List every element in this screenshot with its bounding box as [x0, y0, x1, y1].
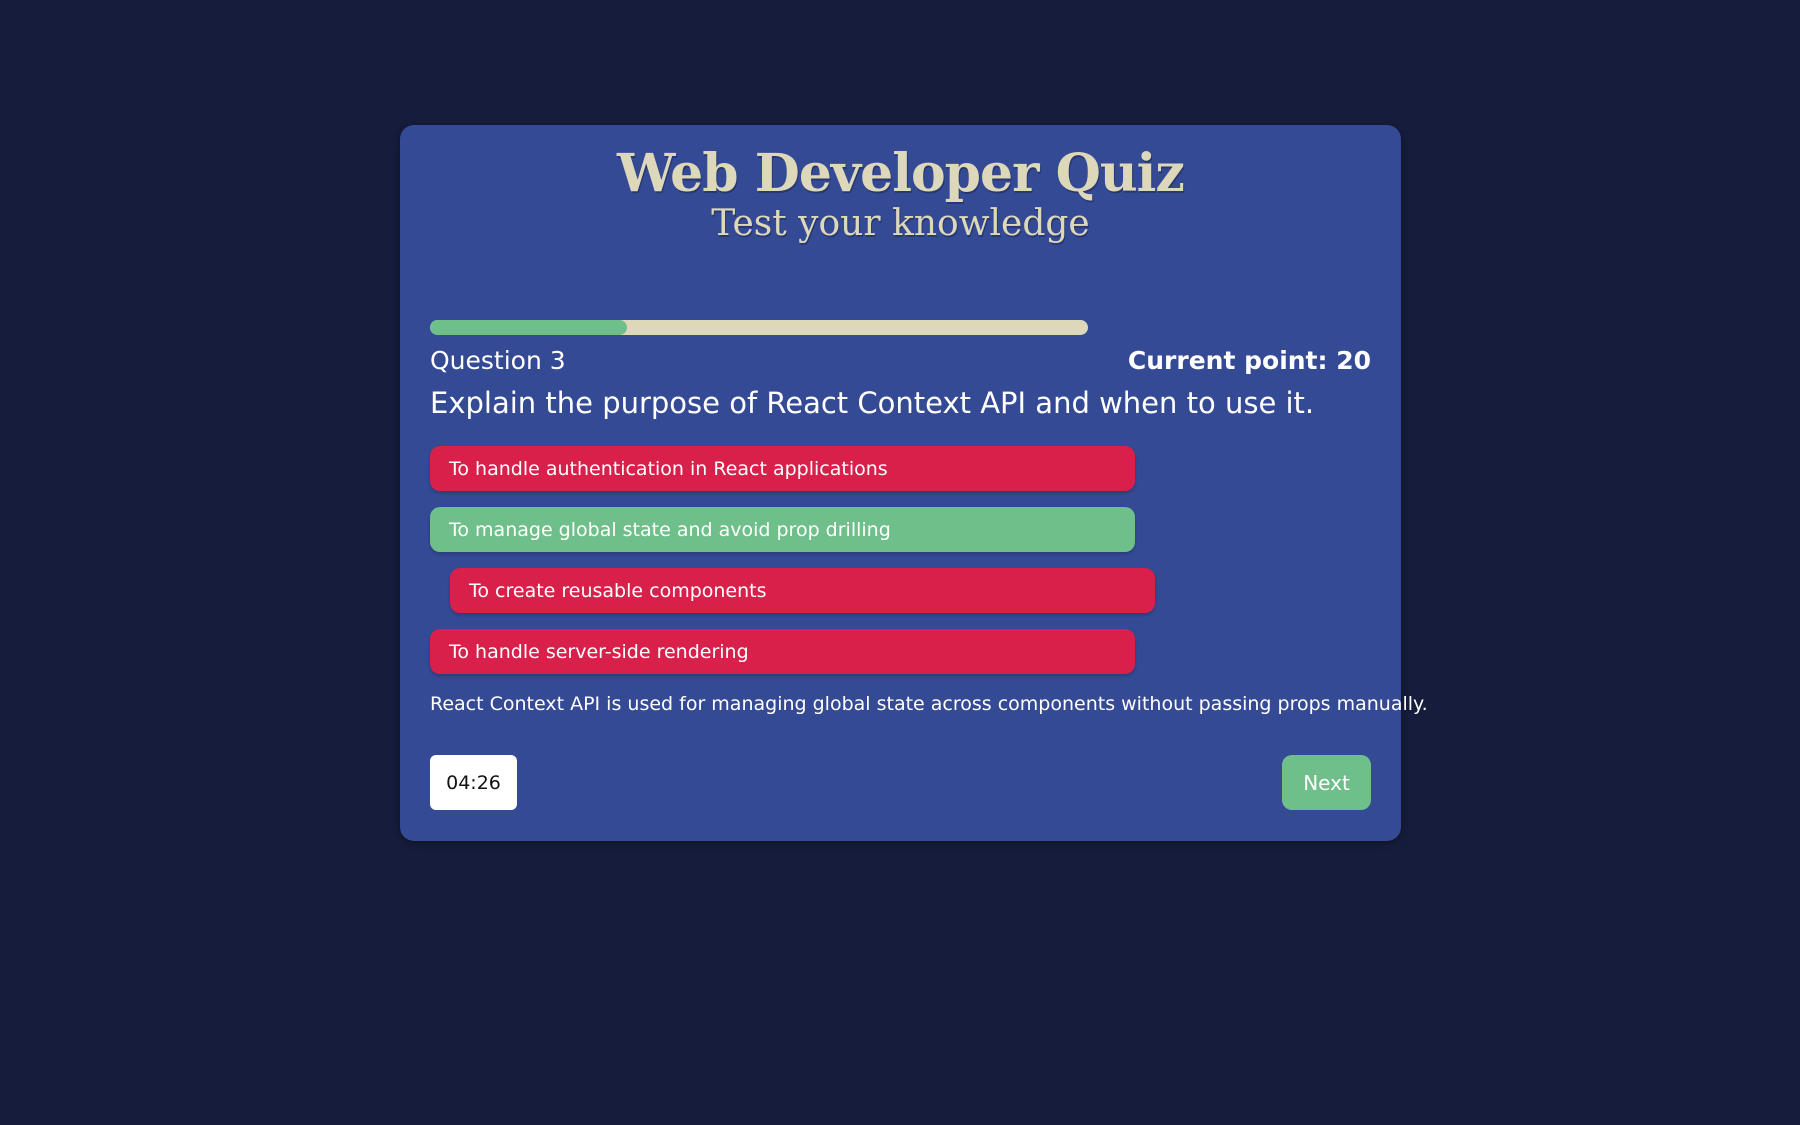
answer-option-4[interactable]: To handle server-side rendering	[430, 629, 1135, 674]
quiz-subtitle: Test your knowledge	[711, 203, 1090, 244]
quiz-title: Web Developer Quiz	[617, 143, 1185, 204]
answer-option-label: To manage global state and avoid prop dr…	[449, 518, 891, 541]
progress-bar	[430, 320, 1088, 335]
question-text: Explain the purpose of React Context API…	[430, 386, 1315, 420]
next-button[interactable]: Next	[1282, 755, 1371, 810]
answer-option-label: To create reusable components	[469, 579, 767, 602]
answer-option-3[interactable]: To create reusable components	[450, 568, 1155, 613]
current-points: Current point: 20	[1127, 346, 1371, 375]
answer-explanation: React Context API is used for managing g…	[430, 693, 1428, 715]
answer-option-2[interactable]: To manage global state and avoid prop dr…	[430, 507, 1135, 552]
answer-option-1[interactable]: To handle authentication in React applic…	[430, 446, 1135, 491]
quiz-card: Web Developer Quiz Test your knowledge Q…	[400, 125, 1428, 841]
answer-option-label: To handle authentication in React applic…	[449, 457, 888, 480]
question-number: Question 3	[430, 346, 566, 375]
countdown-timer: 04:26	[430, 755, 517, 810]
progress-bar-fill	[430, 320, 628, 335]
answer-option-label: To handle server-side rendering	[449, 640, 749, 663]
